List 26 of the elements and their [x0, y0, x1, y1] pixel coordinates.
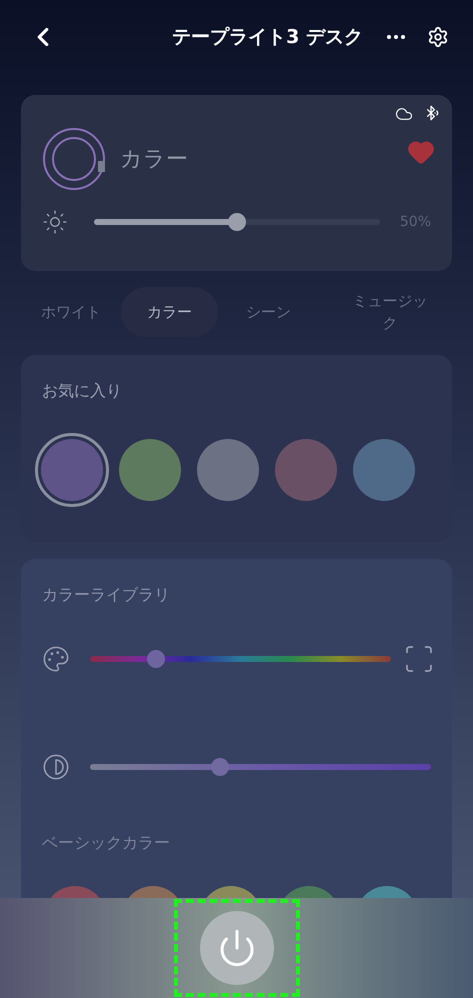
saturation-slider[interactable]: [90, 757, 431, 777]
mode-label: カラー: [120, 146, 188, 174]
mode-tab[interactable]: ミュージック: [351, 287, 429, 337]
cloud-icon: [395, 105, 413, 123]
mode-tab[interactable]: ホワイト: [21, 287, 121, 337]
light-ring-icon: [42, 127, 108, 191]
slider-thumb[interactable]: [210, 758, 229, 776]
settings-button[interactable]: [427, 26, 449, 48]
brightness-slider[interactable]: [94, 212, 380, 232]
more-icon: [387, 35, 405, 39]
section-title: ベーシックカラー: [42, 832, 171, 854]
mode-tab[interactable]: カラー: [121, 287, 218, 337]
slider-thumb[interactable]: [147, 650, 166, 668]
section-title: カラーライブラリ: [42, 584, 171, 606]
brightness-icon: [42, 209, 68, 235]
expand-icon[interactable]: [403, 643, 435, 675]
hue-slider[interactable]: [90, 649, 391, 669]
section-title: お気に入り: [42, 380, 123, 402]
page-title: テープライト3 デスク: [172, 24, 363, 50]
settings-icon: [427, 26, 449, 48]
slider-thumb[interactable]: [228, 213, 246, 231]
mode-tab[interactable]: シーン: [226, 287, 311, 337]
more-button[interactable]: [387, 35, 405, 39]
saturation-icon: [42, 753, 70, 781]
palette-icon: [42, 645, 70, 673]
favorite-color-swatch[interactable]: [41, 439, 103, 501]
